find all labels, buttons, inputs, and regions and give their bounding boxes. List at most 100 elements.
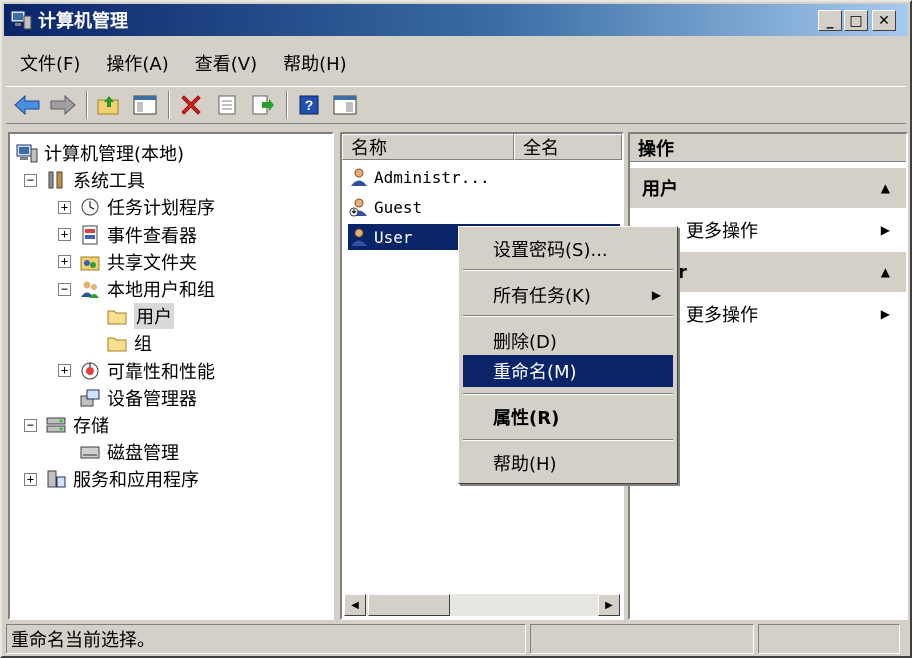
- back-button[interactable]: [12, 90, 42, 120]
- set-password-menu-item[interactable]: 设置密码(S)...: [463, 233, 673, 265]
- tree-node[interactable]: 用户: [106, 303, 174, 330]
- user-icon: [351, 168, 367, 186]
- tree-node[interactable]: 设备管理器: [58, 385, 197, 411]
- expand-icon[interactable]: +: [58, 364, 71, 378]
- expand-icon[interactable]: +: [58, 200, 71, 214]
- list-item[interactable]: Guest: [348, 194, 422, 220]
- tree-node-label: 服务和应用程序: [73, 470, 199, 492]
- delete-icon: [181, 95, 201, 115]
- menu-bar: 文件(F) 操作(A) 查看(V) 帮助(H): [6, 46, 906, 80]
- tree-node[interactable]: 计算机管理(本地): [16, 140, 184, 166]
- forward-button[interactable]: [48, 90, 78, 120]
- users-groups-icon: [81, 281, 99, 298]
- collapse-icon[interactable]: −: [58, 282, 71, 296]
- console-tree-pane[interactable]: 计算机管理(本地) − 系统工具 + 任务计划程序 + 事件查看器 + 共享文件夹 − 本地用户和组…: [8, 132, 334, 620]
- column-header-label: 名称: [351, 138, 387, 159]
- window-title: 计算机管理: [38, 11, 128, 32]
- device-manager-icon: [80, 389, 100, 407]
- column-header-name[interactable]: 名称: [342, 134, 514, 160]
- tree-node[interactable]: − 系统工具: [24, 167, 145, 193]
- properties-menu-item[interactable]: 属性(R): [463, 401, 673, 433]
- tree-node-label: 磁盘管理: [107, 443, 179, 465]
- tree-node[interactable]: + 共享文件夹: [58, 249, 197, 275]
- title-bar[interactable]: 计算机管理 _ □ ✕: [4, 4, 908, 36]
- maximize-button[interactable]: □: [844, 10, 868, 31]
- menu-separator: [463, 393, 673, 395]
- performance-icon: [81, 362, 99, 380]
- more-actions-label: 更多操作: [686, 221, 758, 242]
- tree-node-label: 任务计划程序: [107, 198, 215, 220]
- horizontal-scrollbar[interactable]: ◀ ▶: [344, 594, 620, 616]
- close-icon: ✕: [878, 12, 890, 29]
- export-list-button[interactable]: [248, 90, 278, 120]
- list-item[interactable]: Administr...: [348, 164, 490, 190]
- show-hide-tree-button[interactable]: [130, 90, 160, 120]
- tree-node-label: 计算机管理(本地): [44, 144, 185, 165]
- expand-icon[interactable]: +: [58, 255, 71, 269]
- folder-icon: [107, 337, 127, 352]
- tree-node[interactable]: + 服务和应用程序: [24, 466, 199, 492]
- menu-action[interactable]: 操作(A): [92, 50, 180, 76]
- properties-icon: [218, 95, 236, 115]
- scroll-thumb[interactable]: [368, 594, 450, 616]
- tree-node-label: 组: [134, 334, 152, 356]
- status-panel: [530, 624, 754, 654]
- minimize-icon: _: [826, 12, 834, 29]
- arrow-right-icon: ▶: [605, 599, 613, 611]
- help-menu-item[interactable]: 帮助(H): [463, 447, 673, 479]
- tree-node[interactable]: 磁盘管理: [58, 439, 179, 465]
- menu-item-label: 属性(R): [493, 408, 560, 429]
- context-menu: 设置密码(S)... 所有任务(K) ▶ 删除(D) 重命名(M) 属性(R) …: [458, 226, 678, 484]
- status-text-panel: 重命名当前选择。: [6, 624, 526, 654]
- column-header-fullname[interactable]: 全名: [514, 134, 622, 160]
- disk-icon: [80, 446, 100, 459]
- properties-button[interactable]: [212, 90, 242, 120]
- collapse-icon: ▲: [880, 181, 890, 195]
- submenu-arrow-icon: ▶: [880, 223, 890, 237]
- menu-view[interactable]: 查看(V): [181, 50, 269, 76]
- menu-file[interactable]: 文件(F): [6, 50, 92, 76]
- console-tree-button[interactable]: [330, 90, 360, 120]
- tree-node[interactable]: − 本地用户和组: [58, 276, 215, 302]
- help-button[interactable]: ?: [294, 90, 324, 120]
- status-text: 重命名当前选择。: [11, 630, 155, 651]
- tree-node-label: 可靠性和性能: [107, 361, 215, 383]
- up-one-level-button[interactable]: [94, 90, 124, 120]
- delete-menu-item[interactable]: 删除(D): [463, 325, 673, 357]
- expand-icon[interactable]: +: [24, 472, 37, 486]
- tree-node-label: 共享文件夹: [107, 252, 197, 274]
- tree-node[interactable]: + 可靠性和性能: [58, 358, 215, 384]
- collapse-icon[interactable]: −: [24, 173, 37, 187]
- tree-node-label: 设备管理器: [107, 388, 197, 410]
- menu-item-label: 设置密码(S)...: [493, 240, 608, 261]
- menu-help[interactable]: 帮助(H): [269, 50, 359, 76]
- rename-menu-item[interactable]: 重命名(M): [463, 355, 673, 387]
- all-tasks-menu-item[interactable]: 所有任务(K) ▶: [463, 279, 673, 311]
- status-bar: 重命名当前选择。: [6, 624, 908, 656]
- scroll-right-button[interactable]: ▶: [598, 594, 620, 616]
- tree-node[interactable]: − 存储: [24, 412, 109, 438]
- tree-node[interactable]: + 事件查看器: [58, 222, 197, 248]
- computer-management-window: 计算机管理 _ □ ✕ 文件(F) 操作(A) 查看(V) 帮助(H) ? 计算…: [0, 0, 912, 658]
- actions-header: 操作: [630, 134, 906, 162]
- storage-icon: [46, 417, 66, 433]
- minimize-button[interactable]: _: [818, 10, 842, 31]
- close-button[interactable]: ✕: [872, 10, 896, 31]
- list-item-label: Administr...: [374, 167, 490, 187]
- export-list-icon: [252, 95, 274, 115]
- menu-separator: [463, 315, 673, 317]
- user-icon: [351, 228, 367, 246]
- list-item-label: User: [374, 227, 413, 247]
- actions-section-users[interactable]: 用户 ▲: [630, 168, 906, 208]
- shared-folder-icon: [80, 256, 100, 271]
- tree-node[interactable]: + 任务计划程序: [58, 194, 215, 220]
- expand-icon[interactable]: +: [58, 228, 71, 242]
- toolbar: ?: [6, 86, 906, 124]
- forward-arrow-icon: [50, 94, 76, 116]
- collapse-icon[interactable]: −: [24, 418, 37, 432]
- scroll-left-button[interactable]: ◀: [344, 594, 366, 616]
- tree-node[interactable]: 组: [106, 330, 152, 356]
- computer-icon: [16, 144, 38, 163]
- delete-button[interactable]: [176, 90, 206, 120]
- tree-node-label: 系统工具: [73, 171, 145, 193]
